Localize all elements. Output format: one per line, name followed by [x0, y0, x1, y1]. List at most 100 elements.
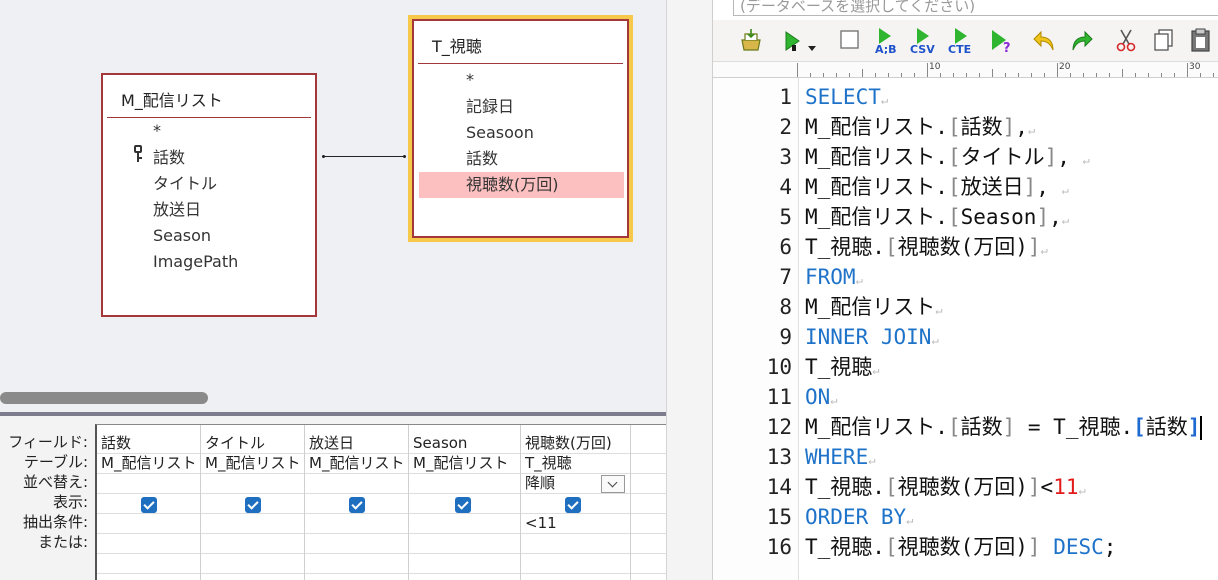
- diagram-horizontal-scrollbar[interactable]: [0, 392, 208, 404]
- database-select[interactable]: (データベースを選択してください): [733, 0, 1218, 16]
- line-number: 6: [779, 235, 792, 259]
- sql-code-area[interactable]: SELECT↵ M_配信リスト.[話数],↵ M_配信リスト.[タイトル], ↵ M_…: [805, 78, 1218, 580]
- field-m-list-imagepath[interactable]: ImagePath: [153, 252, 238, 272]
- show-checkbox[interactable]: [565, 497, 581, 513]
- show-checkbox[interactable]: [455, 497, 471, 513]
- relationship-diagram[interactable]: M_配信リスト * 話数 タイトル 放送日 Season ImagePath T…: [0, 0, 666, 390]
- text-cursor: [1200, 416, 1203, 440]
- field-m-list-title[interactable]: タイトル: [153, 174, 217, 194]
- grid-column-views[interactable]: 視聴数(万回) T_視聴 降順 <11: [521, 425, 631, 580]
- field-t-view-all[interactable]: *: [466, 70, 474, 90]
- grid-cell-field[interactable]: Season: [413, 434, 467, 453]
- grid-cell-criteria[interactable]: <11: [525, 514, 557, 533]
- sort-dropdown-chevron-icon[interactable]: [601, 475, 625, 493]
- sql-token: T_視聴: [805, 355, 873, 379]
- grid-cell-sort[interactable]: 降順: [525, 474, 555, 493]
- newline-mark-icon: ↵: [931, 333, 939, 347]
- sql-token: Season: [960, 205, 1037, 229]
- grid-cell-table[interactable]: T_視聴: [525, 454, 572, 473]
- show-checkbox[interactable]: [141, 497, 157, 513]
- field-t-view-views[interactable]: 視聴数(万回): [466, 175, 559, 195]
- newline-mark-icon: ↵: [830, 393, 838, 407]
- sql-keyword: INNER JOIN: [805, 325, 932, 349]
- newline-mark-icon: ↵: [855, 273, 863, 287]
- code-line[interactable]: ON↵: [805, 382, 838, 415]
- table-box-m-list[interactable]: M_配信リスト * 話数 タイトル 放送日 Season ImagePath: [101, 73, 317, 317]
- grid-cell-field[interactable]: 放送日: [309, 434, 354, 453]
- sql-token: [: [1133, 415, 1146, 439]
- ruler-tick: [1057, 63, 1058, 77]
- run-cte-label: CTE: [948, 43, 971, 54]
- grid-column-airdate[interactable]: 放送日 M_配信リスト: [305, 425, 409, 580]
- grid-column-episode[interactable]: 話数 M_配信リスト: [97, 425, 201, 580]
- sql-token: 視聴数(万回): [897, 235, 1028, 259]
- ruler-tick: [875, 73, 876, 77]
- sql-token: ]: [1002, 415, 1016, 439]
- ruler-tick: [797, 63, 798, 77]
- field-t-view-episode[interactable]: 話数: [466, 149, 498, 169]
- field-m-list-season[interactable]: Season: [153, 226, 211, 246]
- code-line[interactable]: SELECT↵: [805, 82, 888, 115]
- code-line[interactable]: M_配信リスト↵: [805, 292, 943, 325]
- field-m-list-episode[interactable]: 話数: [153, 148, 185, 168]
- query-designer: M_配信リスト * 話数 タイトル 放送日 Season ImagePath T…: [0, 0, 666, 580]
- sql-token: ]: [1187, 415, 1201, 439]
- sql-token: [: [884, 235, 898, 259]
- code-line[interactable]: M_配信リスト.[話数] = T_視聴.[話数]: [805, 412, 1203, 442]
- run-csv-icon[interactable]: CSV: [909, 28, 939, 54]
- table-title-t-view[interactable]: T_視聴: [432, 33, 482, 57]
- grid-cell-field[interactable]: タイトル: [205, 434, 265, 453]
- newline-mark-icon: ↵: [1082, 153, 1090, 167]
- grid-column-title[interactable]: タイトル M_配信リスト: [201, 425, 305, 580]
- ruler-tick: [1148, 73, 1149, 77]
- join-line[interactable]: [323, 156, 404, 157]
- ruler-tick: [901, 73, 902, 77]
- code-line[interactable]: T_視聴↵: [805, 352, 880, 385]
- grid-cell-table[interactable]: M_配信リスト: [413, 454, 508, 473]
- code-line[interactable]: T_視聴.[視聴数(万回)]<11↵: [805, 472, 1086, 505]
- table-title-m-list[interactable]: M_配信リスト: [121, 87, 223, 111]
- sql-token: ]: [1027, 235, 1041, 259]
- field-m-list-airdate[interactable]: 放送日: [153, 200, 201, 220]
- field-m-list-all[interactable]: *: [153, 121, 161, 141]
- code-line[interactable]: M_配信リスト.[話数],↵: [805, 112, 1035, 145]
- stop-icon[interactable]: [839, 28, 861, 54]
- redo-icon[interactable]: [1069, 28, 1093, 54]
- cut-icon[interactable]: [1115, 28, 1137, 54]
- sql-token: ]: [1002, 115, 1016, 139]
- grid-column-season[interactable]: Season M_配信リスト: [409, 425, 521, 580]
- show-checkbox[interactable]: [245, 497, 261, 513]
- open-database-icon[interactable]: [739, 28, 763, 54]
- code-line[interactable]: M_配信リスト.[Season],↵: [805, 202, 1069, 235]
- explain-query-icon[interactable]: ?: [989, 28, 1015, 54]
- grid-cell-table[interactable]: M_配信リスト: [101, 454, 196, 473]
- run-query-icon[interactable]: [783, 28, 803, 54]
- run-ab-icon[interactable]: A;B: [873, 28, 901, 54]
- field-t-view-season[interactable]: Seasoon: [466, 123, 534, 143]
- code-line[interactable]: INNER JOIN↵: [805, 322, 939, 355]
- grid-cell-field[interactable]: 視聴数(万回): [525, 434, 612, 453]
- sql-token: T_視聴.: [805, 235, 885, 259]
- show-checkbox[interactable]: [349, 497, 365, 513]
- undo-icon[interactable]: [1033, 28, 1057, 54]
- code-line[interactable]: T_視聴.[視聴数(万回)] DESC;: [805, 532, 1116, 562]
- code-line[interactable]: ORDER BY↵: [805, 502, 913, 535]
- table-box-t-view[interactable]: T_視聴 * 記録日 Seasoon 話数 視聴数(万回): [412, 19, 629, 238]
- run-dropdown-chevron-icon[interactable]: [807, 36, 817, 62]
- run-cte-icon[interactable]: CTE: [947, 28, 977, 54]
- code-line[interactable]: FROM↵: [805, 262, 863, 295]
- code-line[interactable]: WHERE↵: [805, 442, 875, 475]
- design-grid[interactable]: 話数 M_配信リスト タイトル M_配信リスト 放送日 M_配信リスト Seas…: [95, 424, 666, 580]
- sql-token: ]: [1023, 175, 1037, 199]
- code-line[interactable]: T_視聴.[視聴数(万回)]↵: [805, 232, 1048, 265]
- field-t-view-record-date[interactable]: 記録日: [466, 97, 514, 117]
- grid-cell-table[interactable]: M_配信リスト: [205, 454, 300, 473]
- grid-cell-table[interactable]: M_配信リスト: [309, 454, 404, 473]
- code-line[interactable]: M_配信リスト.[放送日], ↵: [805, 172, 1069, 205]
- newline-mark-icon: ↵: [1061, 213, 1069, 227]
- grid-cell-field[interactable]: 話数: [101, 434, 131, 453]
- code-line[interactable]: M_配信リスト.[タイトル], ↵: [805, 142, 1090, 175]
- sql-token: ]: [1036, 205, 1050, 229]
- copy-icon[interactable]: [1153, 28, 1175, 54]
- paste-icon[interactable]: [1189, 28, 1213, 54]
